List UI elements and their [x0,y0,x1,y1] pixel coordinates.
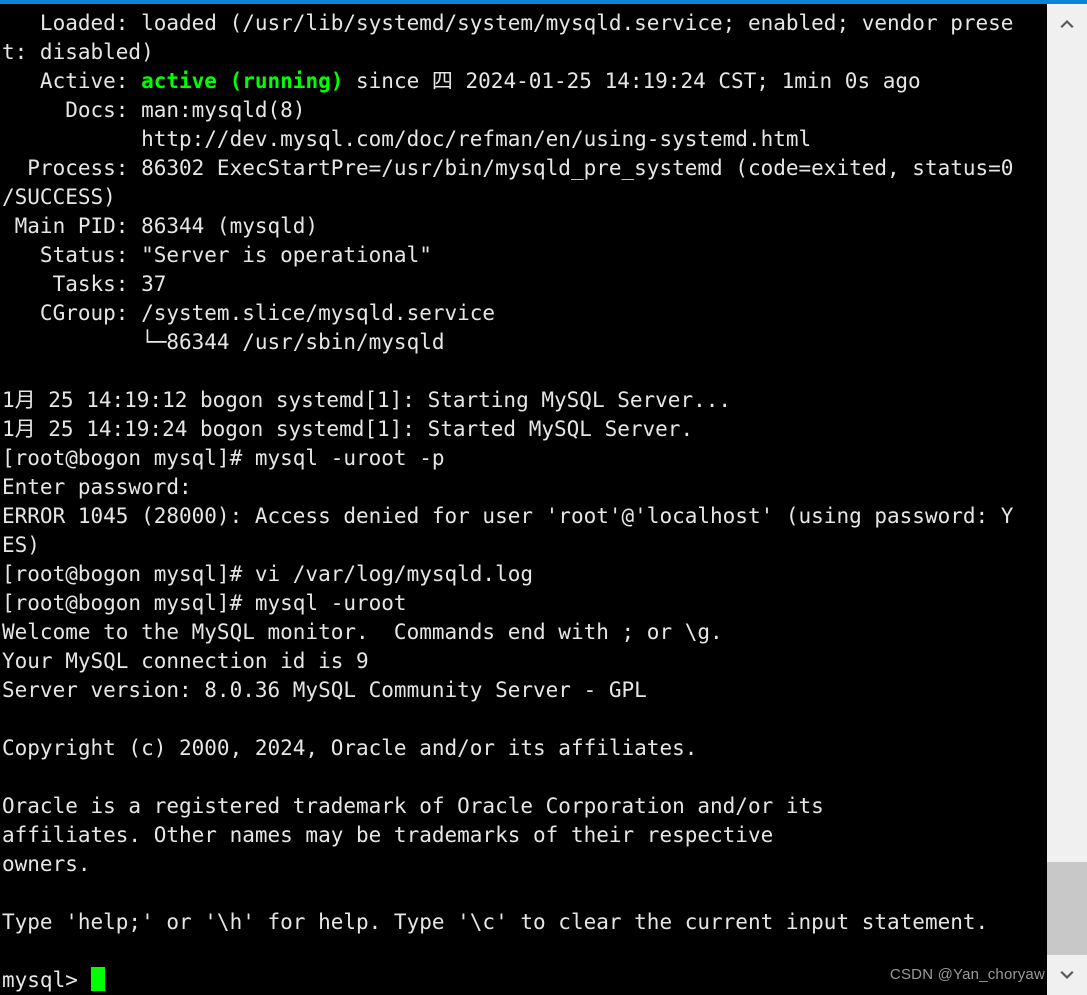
terminal-line: [root@bogon mysql]# mysql -uroot [2,591,407,615]
terminal-line: 1月 25 14:19:24 bogon systemd[1]: Started… [2,417,694,441]
terminal-line: Process: 86302 ExecStartPre=/usr/bin/mys… [2,156,1014,180]
terminal-line: http://dev.mysql.com/doc/refman/en/using… [2,127,812,151]
terminal-line: Type 'help;' or '\h' for help. Type '\c'… [2,910,989,934]
window-focus-accent-bar [0,0,1087,4]
terminal-line: Tasks: 37 [2,272,167,296]
terminal-line: ES) [2,533,40,557]
terminal-line: Copyright (c) 2000, 2024, Oracle and/or … [2,736,698,760]
terminal-line: Enter password: [2,475,192,499]
terminal-line: t: disabled) [2,40,154,64]
terminal-line: ERROR 1045 (28000): Access denied for us… [2,504,1014,528]
chevron-down-icon [1060,970,1074,980]
terminal-line-list: Loaded: loaded (/usr/lib/systemd/system/… [0,9,1047,995]
terminal-line: [root@bogon mysql]# mysql -uroot -p [2,446,445,470]
terminal-line: [root@bogon mysql]# vi /var/log/mysqld.l… [2,562,534,586]
service-status-active: active (running) [141,69,344,93]
terminal-line: 1月 25 14:19:12 bogon systemd[1]: Startin… [2,388,732,412]
terminal-line: CGroup: /system.slice/mysqld.service [2,301,496,325]
terminal-line: Status: "Server is operational" [2,243,432,267]
csdn-watermark: CSDN @Yan_choryaw [889,966,1045,983]
terminal-line: owners. [2,852,91,876]
terminal-line: Loaded: loaded (/usr/lib/systemd/system/… [2,11,1014,35]
scrollbar-thumb[interactable] [1047,862,1087,957]
terminal-line: Server version: 8.0.36 MySQL Community S… [2,678,647,702]
vertical-scrollbar[interactable] [1047,4,1087,995]
text-cursor [90,967,105,991]
terminal-line-prefix: Active: [2,69,142,93]
terminal-line: Main PID: 86344 (mysqld) [2,214,319,238]
terminal-line-suffix: since 四 2024-01-25 14:19:24 CST; 1min 0s… [343,69,921,93]
terminal-line: Your MySQL connection id is 9 [2,649,369,673]
chevron-up-icon [1060,19,1074,29]
terminal-line: /SUCCESS) [2,185,116,209]
scrollbar-track[interactable] [1047,44,1087,957]
terminal-line: Active: active (running) since 四 2024-01… [0,67,1047,96]
terminal-line: Oracle is a registered trademark of Orac… [2,794,824,818]
terminal-line: Docs: man:mysqld(8) [2,98,306,122]
mysql-prompt-label: mysql> [2,968,78,992]
terminal-line: affiliates. Other names may be trademark… [2,823,774,847]
terminal-output-area[interactable]: Loaded: loaded (/usr/lib/systemd/system/… [0,4,1047,995]
terminal-window: Loaded: loaded (/usr/lib/systemd/system/… [0,0,1087,995]
scrollbar-up-button[interactable] [1047,4,1087,44]
terminal-line: └─86344 /usr/sbin/mysqld [2,330,445,354]
scrollbar-down-button[interactable] [1047,955,1087,995]
terminal-line: Welcome to the MySQL monitor. Commands e… [2,620,723,644]
